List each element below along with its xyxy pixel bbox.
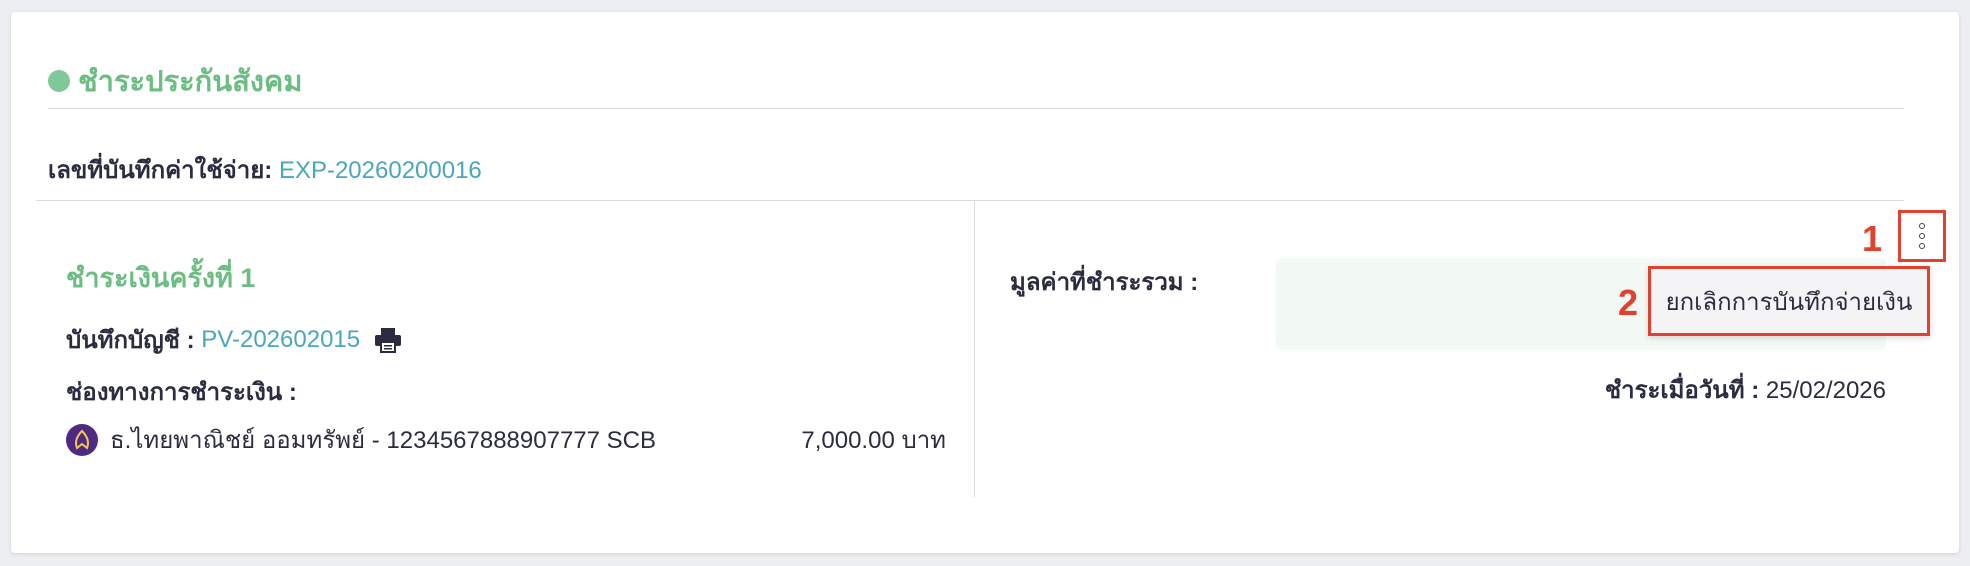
paid-date-value: 25/02/2026	[1765, 377, 1886, 404]
expense-row: เลขที่บันทึกค่าใช้จ่าย: EXP-20260200016	[48, 150, 482, 189]
cancel-payment-menu-item[interactable]: ยกเลิกการบันทึกจ่ายเงิน	[1648, 266, 1930, 336]
kebab-icon[interactable]	[1898, 210, 1946, 262]
expense-link[interactable]: EXP-20260200016	[279, 157, 482, 184]
column-divider	[974, 201, 975, 497]
annotation-marker-1: 1	[1862, 218, 1883, 259]
kebab-dot	[1919, 223, 1925, 229]
payment-title: ชำระเงินครั้งที่ 1	[66, 263, 256, 293]
expense-label: เลขที่บันทึกค่าใช้จ่าย:	[48, 157, 273, 184]
ledger-label: บันทึกบัญชี :	[66, 327, 195, 354]
kebab-dot	[1919, 243, 1925, 249]
ledger-link[interactable]: PV-202602015	[201, 326, 360, 354]
payment-amount: 7,000.00 บาท	[801, 427, 946, 454]
paid-date-label: ชำระเมื่อวันที่ :	[1604, 377, 1760, 404]
bank-row: ธ.ไทยพาณิชย์ ออมทรัพย์ - 123456788890777…	[66, 420, 946, 459]
total-label: มูลค่าที่ชำระรวม :	[1010, 269, 1199, 296]
scb-logo-icon	[66, 423, 98, 456]
divider	[36, 200, 1904, 201]
paid-date: ชำระเมื่อวันที่ : 25/02/2026	[1605, 370, 1886, 409]
channel-label: ช่องทางการชำระเงิน :	[66, 379, 297, 406]
scb-emblem-icon	[75, 429, 89, 450]
divider	[48, 108, 1904, 109]
status-dot	[48, 70, 70, 92]
ledger-row: บันทึกบัญชี : PV-202602015	[66, 320, 402, 359]
kebab-dot	[1919, 233, 1925, 239]
bank-name: ธ.ไทยพาณิชย์ ออมทรัพย์ - 123456788890777…	[110, 427, 656, 454]
section-header: ชำระประกันสังคม	[48, 58, 302, 104]
print-icon[interactable]	[374, 327, 402, 353]
annotation-marker-2: 2	[1618, 282, 1639, 323]
section-title: ชำระประกันสังคม	[78, 66, 303, 98]
